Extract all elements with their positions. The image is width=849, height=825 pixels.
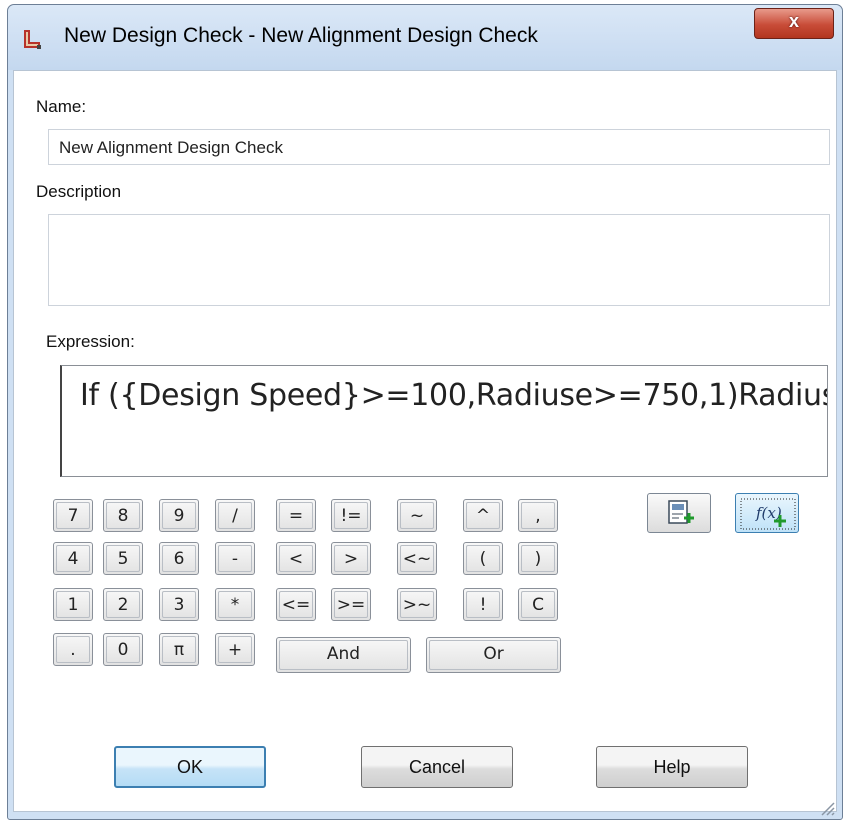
insert-function-icon: f(x) xyxy=(740,498,796,530)
keypad-key[interactable]: ! xyxy=(463,588,503,621)
keypad-key-label: * xyxy=(218,591,252,618)
ok-button[interactable]: OK xyxy=(114,746,266,788)
keypad-key-label: <~ xyxy=(400,545,434,572)
keypad-key[interactable]: 5 xyxy=(103,542,143,575)
keypad-key-label: ! xyxy=(466,591,500,618)
keypad-key-label: 9 xyxy=(162,502,196,529)
resize-grip-icon[interactable] xyxy=(818,799,836,817)
keypad-key-label: 7 xyxy=(56,502,90,529)
and-key-label: And xyxy=(279,640,408,670)
keypad-key[interactable]: 8 xyxy=(103,499,143,532)
dialog-window: New Design Check - New Alignment Design … xyxy=(7,4,843,820)
keypad-key-label: + xyxy=(218,636,252,663)
keypad-key-label: 4 xyxy=(56,545,90,572)
keypad-key[interactable]: >~ xyxy=(397,588,437,621)
keypad-key-label: 1 xyxy=(56,591,90,618)
keypad-key[interactable]: >= xyxy=(331,588,371,621)
keypad-key-label: != xyxy=(334,502,368,529)
keypad-key[interactable]: 9 xyxy=(159,499,199,532)
and-key[interactable]: And xyxy=(276,637,411,673)
keypad-key[interactable]: = xyxy=(276,499,316,532)
civil3d-app-icon xyxy=(24,30,41,49)
keypad-key[interactable]: π xyxy=(159,633,199,666)
keypad-key-label: π xyxy=(162,636,196,663)
name-input-value: New Alignment Design Check xyxy=(59,138,283,157)
keypad-key[interactable]: . xyxy=(53,633,93,666)
or-key[interactable]: Or xyxy=(426,637,561,673)
name-label: Name: xyxy=(36,97,87,116)
keypad-key[interactable]: > xyxy=(331,542,371,575)
close-button[interactable]: x xyxy=(754,8,834,39)
description-input[interactable] xyxy=(48,214,830,306)
keypad-key-label: ) xyxy=(521,545,555,572)
insert-property-icon xyxy=(668,500,694,524)
keypad-key-label: 8 xyxy=(106,502,140,529)
keypad-key-label: 2 xyxy=(106,591,140,618)
svg-text:f(x): f(x) xyxy=(755,504,782,522)
cancel-button[interactable]: Cancel xyxy=(361,746,513,788)
keypad-key-label: <= xyxy=(279,591,313,618)
keypad-key-label: = xyxy=(279,502,313,529)
keypad-key-label: - xyxy=(218,545,252,572)
expression-input-value: If ({Design Speed}>=100,Radiuse>=750,1)R… xyxy=(80,378,828,413)
window-title: New Design Check - New Alignment Design … xyxy=(64,24,538,47)
keypad-key[interactable]: * xyxy=(215,588,255,621)
name-input[interactable]: New Alignment Design Check xyxy=(48,129,830,165)
keypad-key-label: 0 xyxy=(106,636,140,663)
keypad-key[interactable]: ( xyxy=(463,542,503,575)
keypad-key-label: / xyxy=(218,502,252,529)
keypad-key-label: >= xyxy=(334,591,368,618)
keypad-key-label: 3 xyxy=(162,591,196,618)
keypad-key[interactable]: ^ xyxy=(463,499,503,532)
keypad-key-label: C xyxy=(521,591,555,618)
keypad-key[interactable]: ~ xyxy=(397,499,437,532)
keypad-key-label: < xyxy=(279,545,313,572)
keypad-key[interactable]: <= xyxy=(276,588,316,621)
keypad-key[interactable]: C xyxy=(518,588,558,621)
keypad-key[interactable]: 3 xyxy=(159,588,199,621)
or-key-label: Or xyxy=(429,640,558,670)
insert-property-button[interactable] xyxy=(647,493,711,533)
keypad-key-label: ( xyxy=(466,545,500,572)
keypad-key[interactable]: 2 xyxy=(103,588,143,621)
keypad-key-label: 5 xyxy=(106,545,140,572)
keypad-key-label: . xyxy=(56,636,90,663)
keypad-key[interactable]: - xyxy=(215,542,255,575)
keypad-key-label: >~ xyxy=(400,591,434,618)
insert-function-button[interactable]: f(x) xyxy=(735,493,799,533)
keypad-key[interactable]: + xyxy=(215,633,255,666)
description-label: Description xyxy=(36,182,122,201)
expression-label: Expression: xyxy=(46,332,135,351)
close-icon: x xyxy=(788,11,799,31)
keypad-key[interactable]: , xyxy=(518,499,558,532)
help-button[interactable]: Help xyxy=(596,746,748,788)
keypad-key-label: 6 xyxy=(162,545,196,572)
keypad-key-label: ^ xyxy=(466,502,500,529)
keypad-key[interactable]: 7 xyxy=(53,499,93,532)
keypad-key[interactable]: < xyxy=(276,542,316,575)
keypad-key[interactable]: <~ xyxy=(397,542,437,575)
keypad-key[interactable]: / xyxy=(215,499,255,532)
expression-input[interactable]: If ({Design Speed}>=100,Radiuse>=750,1)R… xyxy=(60,365,828,477)
keypad-key[interactable]: 1 xyxy=(53,588,93,621)
keypad-key[interactable]: 0 xyxy=(103,633,143,666)
keypad-key[interactable]: != xyxy=(331,499,371,532)
title-bar[interactable]: New Design Check - New Alignment Design … xyxy=(8,5,842,70)
keypad-key[interactable]: 6 xyxy=(159,542,199,575)
keypad-key-label: , xyxy=(521,502,555,529)
keypad-key[interactable]: 4 xyxy=(53,542,93,575)
keypad-key-label: ~ xyxy=(400,502,434,529)
keypad-key[interactable]: ) xyxy=(518,542,558,575)
keypad-key-label: > xyxy=(334,545,368,572)
